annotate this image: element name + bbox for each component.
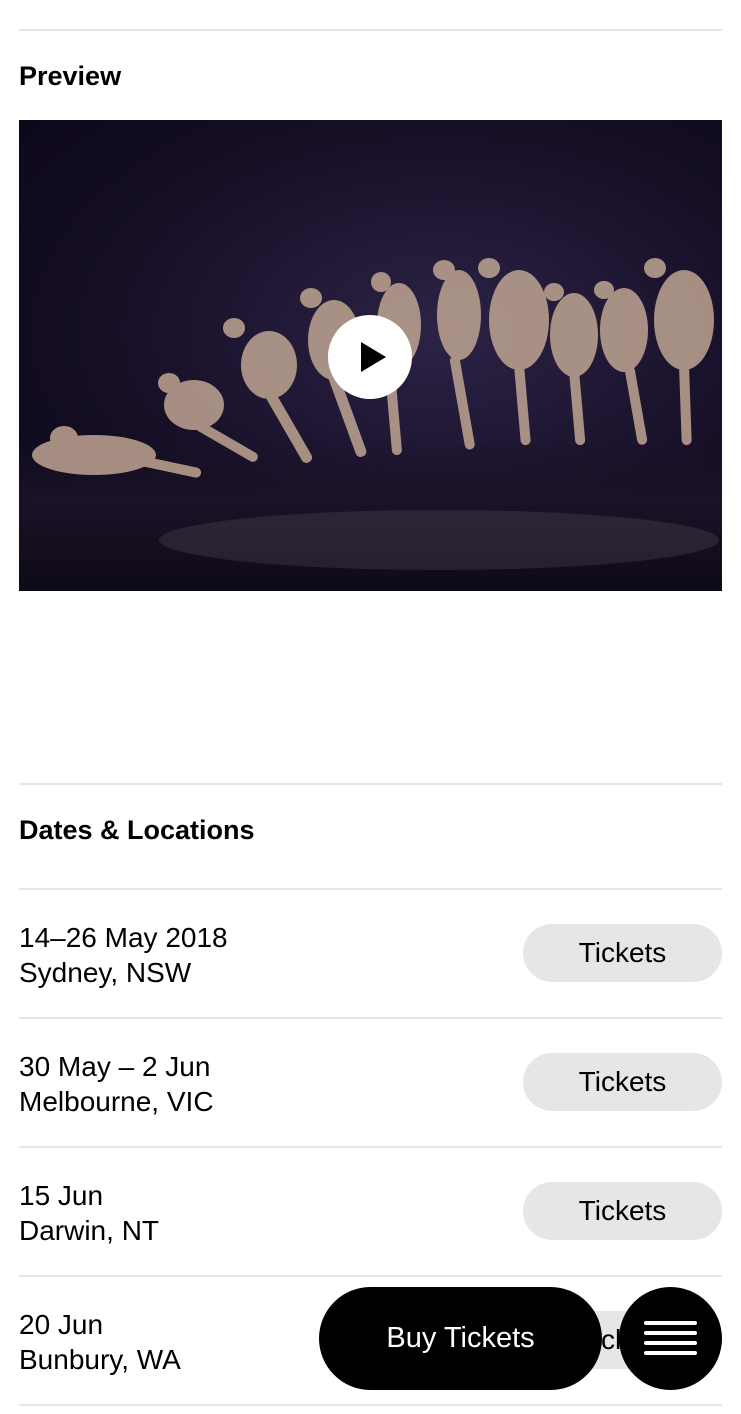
- dates-heading: Dates & Locations: [19, 815, 255, 845]
- row-date: 15 Jun: [19, 1180, 104, 1211]
- tickets-button[interactable]: Tickets: [523, 924, 722, 982]
- row-location: Melbourne, VIC: [19, 1086, 214, 1117]
- date-row-darwin: 15 Jun Darwin, NT Tickets: [19, 1147, 722, 1276]
- menu-button[interactable]: [619, 1287, 722, 1390]
- row-location: Bunbury, WA: [19, 1344, 181, 1375]
- date-row-sydney: 14–26 May 2018 Sydney, NSW Tickets: [19, 889, 722, 1018]
- tickets-button[interactable]: Tickets: [523, 1053, 722, 1111]
- buy-tickets-button[interactable]: Buy Tickets: [319, 1287, 602, 1390]
- row-date: 30 May – 2 Jun: [19, 1051, 211, 1082]
- hamburger-menu-icon: [644, 1321, 697, 1355]
- top-divider: [19, 29, 722, 31]
- preview-video[interactable]: [19, 120, 722, 591]
- dates-top-divider: [19, 783, 722, 785]
- date-row-melbourne: 30 May – 2 Jun Melbourne, VIC Tickets: [19, 1018, 722, 1147]
- row-divider: [19, 1404, 722, 1406]
- row-location: Darwin, NT: [19, 1215, 160, 1246]
- play-button[interactable]: [328, 315, 412, 399]
- preview-heading: Preview: [19, 61, 122, 91]
- tickets-button[interactable]: Tickets: [523, 1182, 722, 1240]
- play-icon: [361, 342, 386, 372]
- row-date: 14–26 May 2018: [19, 922, 228, 953]
- row-location: Sydney, NSW: [19, 957, 192, 988]
- row-date: 20 Jun: [19, 1309, 104, 1340]
